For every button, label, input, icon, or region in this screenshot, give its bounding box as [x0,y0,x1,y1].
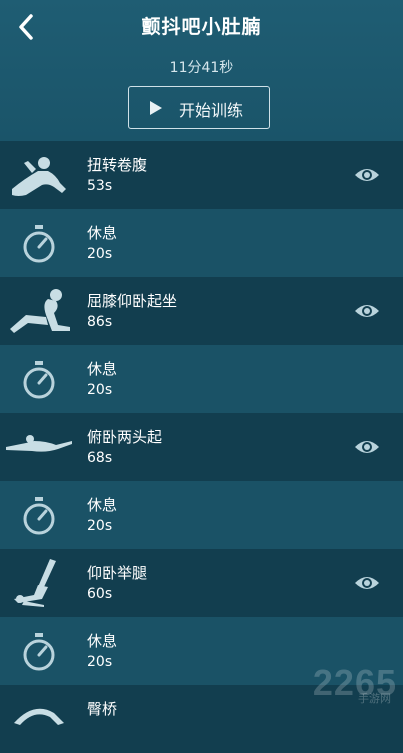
exercise-name: 仰卧举腿 [87,564,148,582]
watermark-sub: 手游网 [358,692,391,705]
exercise-duration: 20s [87,382,113,398]
exercise-name: 臀桥 [87,700,118,718]
exercise-duration: 60s [87,586,113,602]
sit-up-thumbnail [10,289,70,333]
start-training-label: 开始训练 [179,101,244,120]
twist-crunch-thumbnail [12,157,66,196]
exercise-duration: 68s [87,450,113,466]
exercise-name: 俯卧两头起 [87,428,163,446]
exercise-row[interactable]: 仰卧举腿 60s [0,549,403,617]
exercise-name: 休息 [87,360,118,378]
exercise-name: 屈膝仰卧起坐 [87,292,178,310]
exercise-duration: 53s [87,178,113,194]
stopwatch-icon [23,633,55,671]
start-training-button[interactable]: 开始训练 [128,86,270,129]
stopwatch-icon [23,497,55,535]
rest-row[interactable]: 休息 20s [0,481,403,549]
exercise-duration: 20s [87,246,113,262]
exercise-duration: 86s [87,314,113,330]
eye-icon[interactable] [354,437,380,457]
eye-icon[interactable] [354,301,380,321]
stopwatch-icon [23,225,55,263]
exercise-name: 扭转卷腹 [87,156,148,174]
watermark: 2265 手游网 [313,662,397,705]
eye-icon[interactable] [354,573,380,593]
exercise-name: 休息 [87,496,118,514]
stopwatch-icon [23,361,55,399]
total-duration: 11分41秒 [169,60,234,76]
rest-row[interactable]: 休息 20s [0,209,403,277]
exercise-duration: 20s [87,518,113,534]
exercise-row[interactable]: 俯卧两头起 68s [0,413,403,481]
exercise-name: 休息 [87,632,118,650]
exercise-row[interactable]: 屈膝仰卧起坐 86s [0,277,403,345]
page-title: 颤抖吧小肚腩 [141,16,262,38]
glute-bridge-thumbnail [14,708,64,725]
leg-raise-thumbnail [14,559,56,607]
exercise-name: 休息 [87,224,118,242]
exercise-duration: 20s [87,654,113,670]
superman-thumbnail [6,435,72,452]
rest-row[interactable]: 休息 20s [0,345,403,413]
header: 颤抖吧小肚腩 11分41秒 开始训练 [0,0,403,141]
eye-icon[interactable] [354,165,380,185]
exercise-row[interactable]: 扭转卷腹 53s [0,141,403,209]
play-icon [150,101,162,115]
